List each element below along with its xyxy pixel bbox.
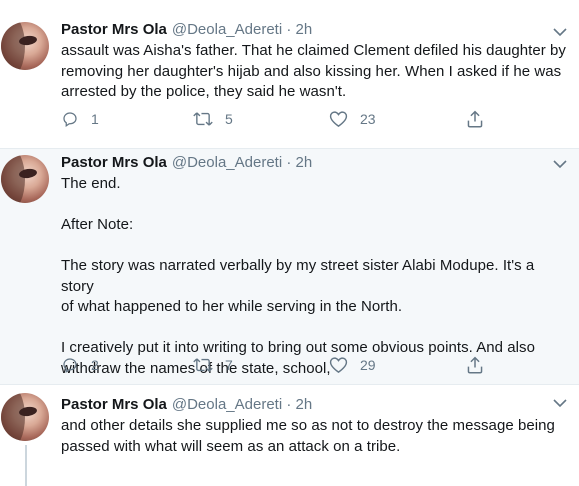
reply-count: 2 — [91, 357, 99, 373]
like-button[interactable]: 23 — [329, 110, 376, 128]
share-button[interactable] — [466, 356, 484, 374]
retweet-count: 7 — [225, 357, 233, 373]
tweet[interactable]: Pastor Mrs Ola @Deola_Adereti · 2h assau… — [0, 0, 579, 149]
author-handle-time[interactable]: @Deola_Adereti · 2h — [172, 153, 312, 173]
author-handle-time[interactable]: @Deola_Adereti · 2h — [172, 20, 312, 40]
thread-connector — [25, 445, 27, 486]
share-icon — [467, 110, 483, 128]
like-count: 29 — [360, 357, 376, 373]
heart-icon — [329, 111, 348, 128]
avatar[interactable] — [1, 155, 49, 203]
retweet-icon — [193, 112, 213, 126]
share-button[interactable] — [466, 110, 484, 128]
author-name[interactable]: Pastor Mrs Ola — [61, 20, 167, 40]
author-handle-time[interactable]: @Deola_Adereti · 2h — [172, 395, 312, 415]
like-button[interactable]: 29 — [329, 356, 376, 374]
author-name[interactable]: Pastor Mrs Ola — [61, 153, 167, 173]
retweet-count: 5 — [225, 111, 233, 127]
tweet-text: The end. After Note: The story was narra… — [61, 175, 536, 377]
tweet-text: and other details she supplied me so as … — [61, 417, 555, 455]
tweet[interactable]: Pastor Mrs Ola @Deola_Adereti · 2h and o… — [0, 385, 579, 486]
reply-count: 1 — [91, 111, 99, 127]
tweet[interactable]: Pastor Mrs Ola @Deola_Adereti · 2h The e… — [0, 149, 579, 385]
heart-icon — [329, 357, 348, 374]
tweet-actions: 2 7 29 — [61, 354, 491, 376]
reply-icon — [63, 112, 77, 127]
retweet-button[interactable]: 7 — [193, 356, 233, 374]
tweet-thread: Pastor Mrs Ola @Deola_Adereti · 2h assau… — [0, 0, 579, 486]
share-icon — [467, 356, 483, 374]
retweet-icon — [193, 358, 213, 372]
reply-button[interactable]: 1 — [61, 110, 99, 128]
like-count: 23 — [360, 111, 376, 127]
retweet-button[interactable]: 5 — [193, 110, 233, 128]
tweet-text: assault was Aisha's father. That he clai… — [61, 42, 566, 100]
avatar[interactable] — [1, 22, 49, 70]
avatar[interactable] — [1, 393, 49, 441]
reply-button[interactable]: 2 — [61, 356, 99, 374]
author-name[interactable]: Pastor Mrs Ola — [61, 395, 167, 415]
reply-icon — [63, 358, 77, 373]
tweet-actions: 1 5 23 — [61, 108, 491, 130]
